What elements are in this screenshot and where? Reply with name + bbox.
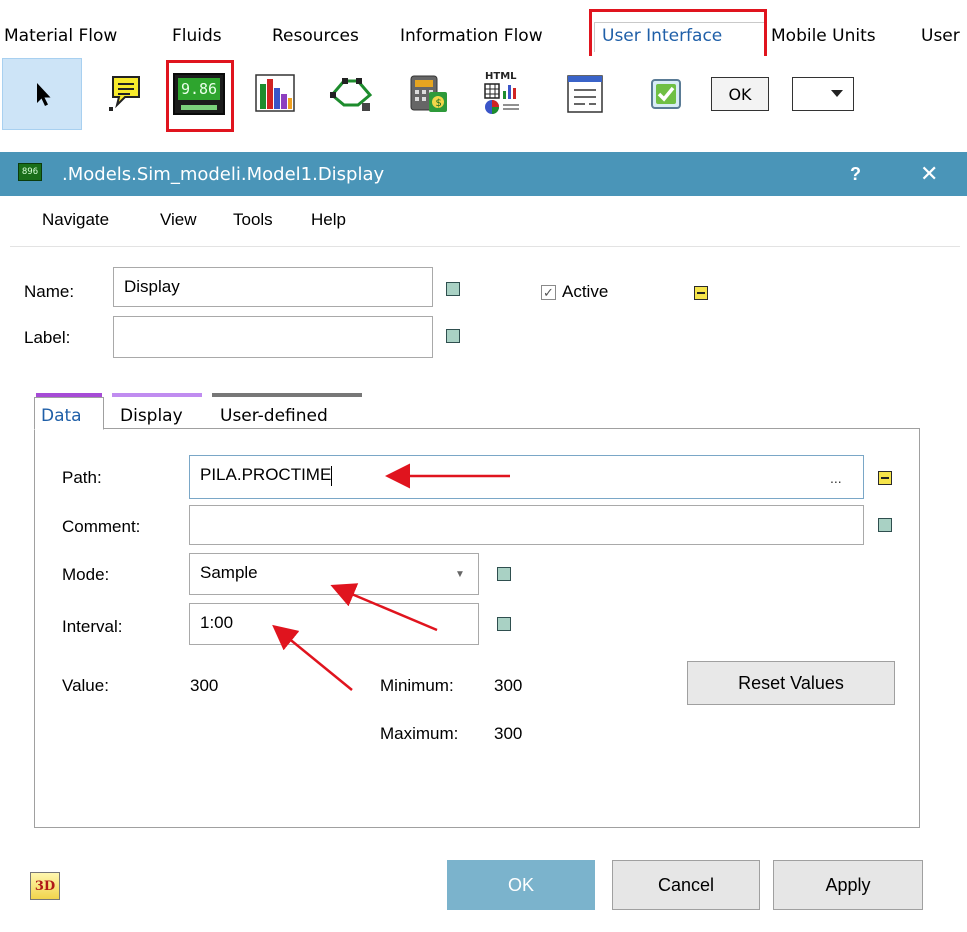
- dialog-tool[interactable]: [560, 58, 610, 130]
- close-button[interactable]: ✕: [920, 161, 938, 187]
- name-inherit-toggle[interactable]: [446, 282, 460, 296]
- maximum-value: 300: [494, 724, 523, 743]
- dialog-icon: [567, 75, 603, 113]
- dropdown-tool[interactable]: [790, 58, 856, 130]
- reset-values-button[interactable]: Reset Values: [687, 661, 895, 705]
- ribbon-tab-resources[interactable]: Resources: [272, 26, 359, 46]
- comment-field[interactable]: [189, 505, 864, 545]
- label-inherit-toggle[interactable]: [446, 329, 460, 343]
- minimum-value: 300: [494, 676, 523, 695]
- ribbon-tab-mobile-units[interactable]: Mobile Units: [771, 26, 876, 46]
- active-checkbox[interactable]: ✓: [541, 285, 556, 300]
- calculator-tool[interactable]: $: [404, 58, 454, 130]
- ribbon-tab-information-flow[interactable]: Information Flow: [400, 26, 543, 46]
- menu-navigate[interactable]: Navigate: [42, 210, 109, 230]
- checkbox-tool[interactable]: [646, 58, 686, 130]
- pointer-tool[interactable]: [2, 58, 82, 130]
- interval-inherit-toggle[interactable]: [497, 617, 511, 631]
- path-value: PILA.PROCTIME: [200, 465, 332, 484]
- cancel-button[interactable]: Cancel: [612, 860, 760, 910]
- mode-inherit-toggle[interactable]: [497, 567, 511, 581]
- comment-tool[interactable]: [100, 58, 150, 130]
- svg-text:$: $: [436, 98, 442, 109]
- mode-dropdown-icon: ▼: [455, 569, 465, 580]
- maximum-label: Maximum:: [380, 724, 459, 743]
- minimum-label: Minimum:: [380, 676, 454, 695]
- ok-button-icon: OK: [711, 77, 769, 111]
- mode-select[interactable]: Sample: [189, 553, 479, 595]
- calculator-icon: $: [410, 75, 447, 112]
- tab-display[interactable]: Display: [120, 406, 183, 426]
- comment-inherit-toggle[interactable]: [878, 518, 892, 532]
- display-object-icon: 896: [18, 163, 42, 181]
- ribbon-tab-fluids[interactable]: Fluids: [172, 26, 222, 46]
- 3d-button[interactable]: 3D: [30, 872, 60, 900]
- tab-user-defined[interactable]: User-defined: [220, 406, 328, 426]
- pointer-icon: [37, 83, 51, 106]
- tab-data[interactable]: Data: [34, 397, 104, 430]
- menu-help[interactable]: Help: [311, 210, 346, 230]
- sankey-tool[interactable]: [324, 58, 378, 130]
- tab-display-color-bar: [112, 393, 202, 397]
- value-value: 300: [190, 676, 219, 695]
- ribbon-tab-material-flow[interactable]: Material Flow: [4, 26, 117, 46]
- active-inherit-toggle[interactable]: [694, 286, 708, 300]
- bar-chart-icon: [255, 74, 295, 112]
- checkbox-icon: [651, 79, 681, 109]
- highlight-box-display-tool: [166, 60, 234, 132]
- ribbon-tab-bar: Material Flow Fluids Resources Informati…: [0, 0, 967, 56]
- help-button[interactable]: ?: [850, 164, 861, 185]
- value-label: Value:: [62, 676, 109, 695]
- toolbar: 9.86 $ HTML OK: [0, 56, 967, 134]
- mode-label: Mode:: [62, 565, 110, 584]
- path-label: Path:: [62, 468, 102, 487]
- comment-label: Comment:: [62, 517, 141, 536]
- html-report-icon: HTML: [484, 71, 519, 114]
- menu-divider: [10, 246, 960, 247]
- svg-text:HTML: HTML: [485, 71, 517, 82]
- sankey-icon: [329, 78, 373, 111]
- comment-icon: [109, 76, 140, 111]
- tab-user-defined-color-bar: [212, 393, 362, 397]
- path-browse-button[interactable]: ...: [830, 470, 842, 486]
- menu-tools[interactable]: Tools: [233, 210, 273, 230]
- dialog-titlebar: 896 .Models.Sim_modeli.Model1.Display ? …: [0, 152, 967, 196]
- path-inherit-toggle[interactable]: [878, 471, 892, 485]
- label-field[interactable]: [113, 316, 433, 358]
- text-cursor: [331, 465, 333, 486]
- ok-button-tool[interactable]: OK: [708, 58, 772, 130]
- active-label: Active: [562, 282, 609, 301]
- label-label: Label:: [24, 328, 71, 347]
- dropdown-icon: [792, 77, 854, 111]
- path-field[interactable]: PILA.PROCTIME: [189, 455, 864, 499]
- interval-label: Interval:: [62, 617, 123, 636]
- menu-view[interactable]: View: [160, 210, 197, 230]
- dialog-title: .Models.Sim_modeli.Model1.Display: [62, 164, 385, 185]
- name-field[interactable]: Display: [113, 267, 433, 307]
- name-label: Name:: [24, 282, 75, 301]
- chart-tool[interactable]: [248, 58, 302, 130]
- ribbon-tab-user[interactable]: User: [921, 26, 960, 46]
- ok-button[interactable]: OK: [447, 860, 595, 910]
- interval-field[interactable]: 1:00: [189, 603, 479, 645]
- tab-data-label: Data: [41, 406, 82, 426]
- apply-button[interactable]: Apply: [773, 860, 923, 910]
- dialog-menubar: Navigate View Tools Help: [0, 196, 967, 246]
- html-report-tool[interactable]: HTML: [476, 58, 532, 130]
